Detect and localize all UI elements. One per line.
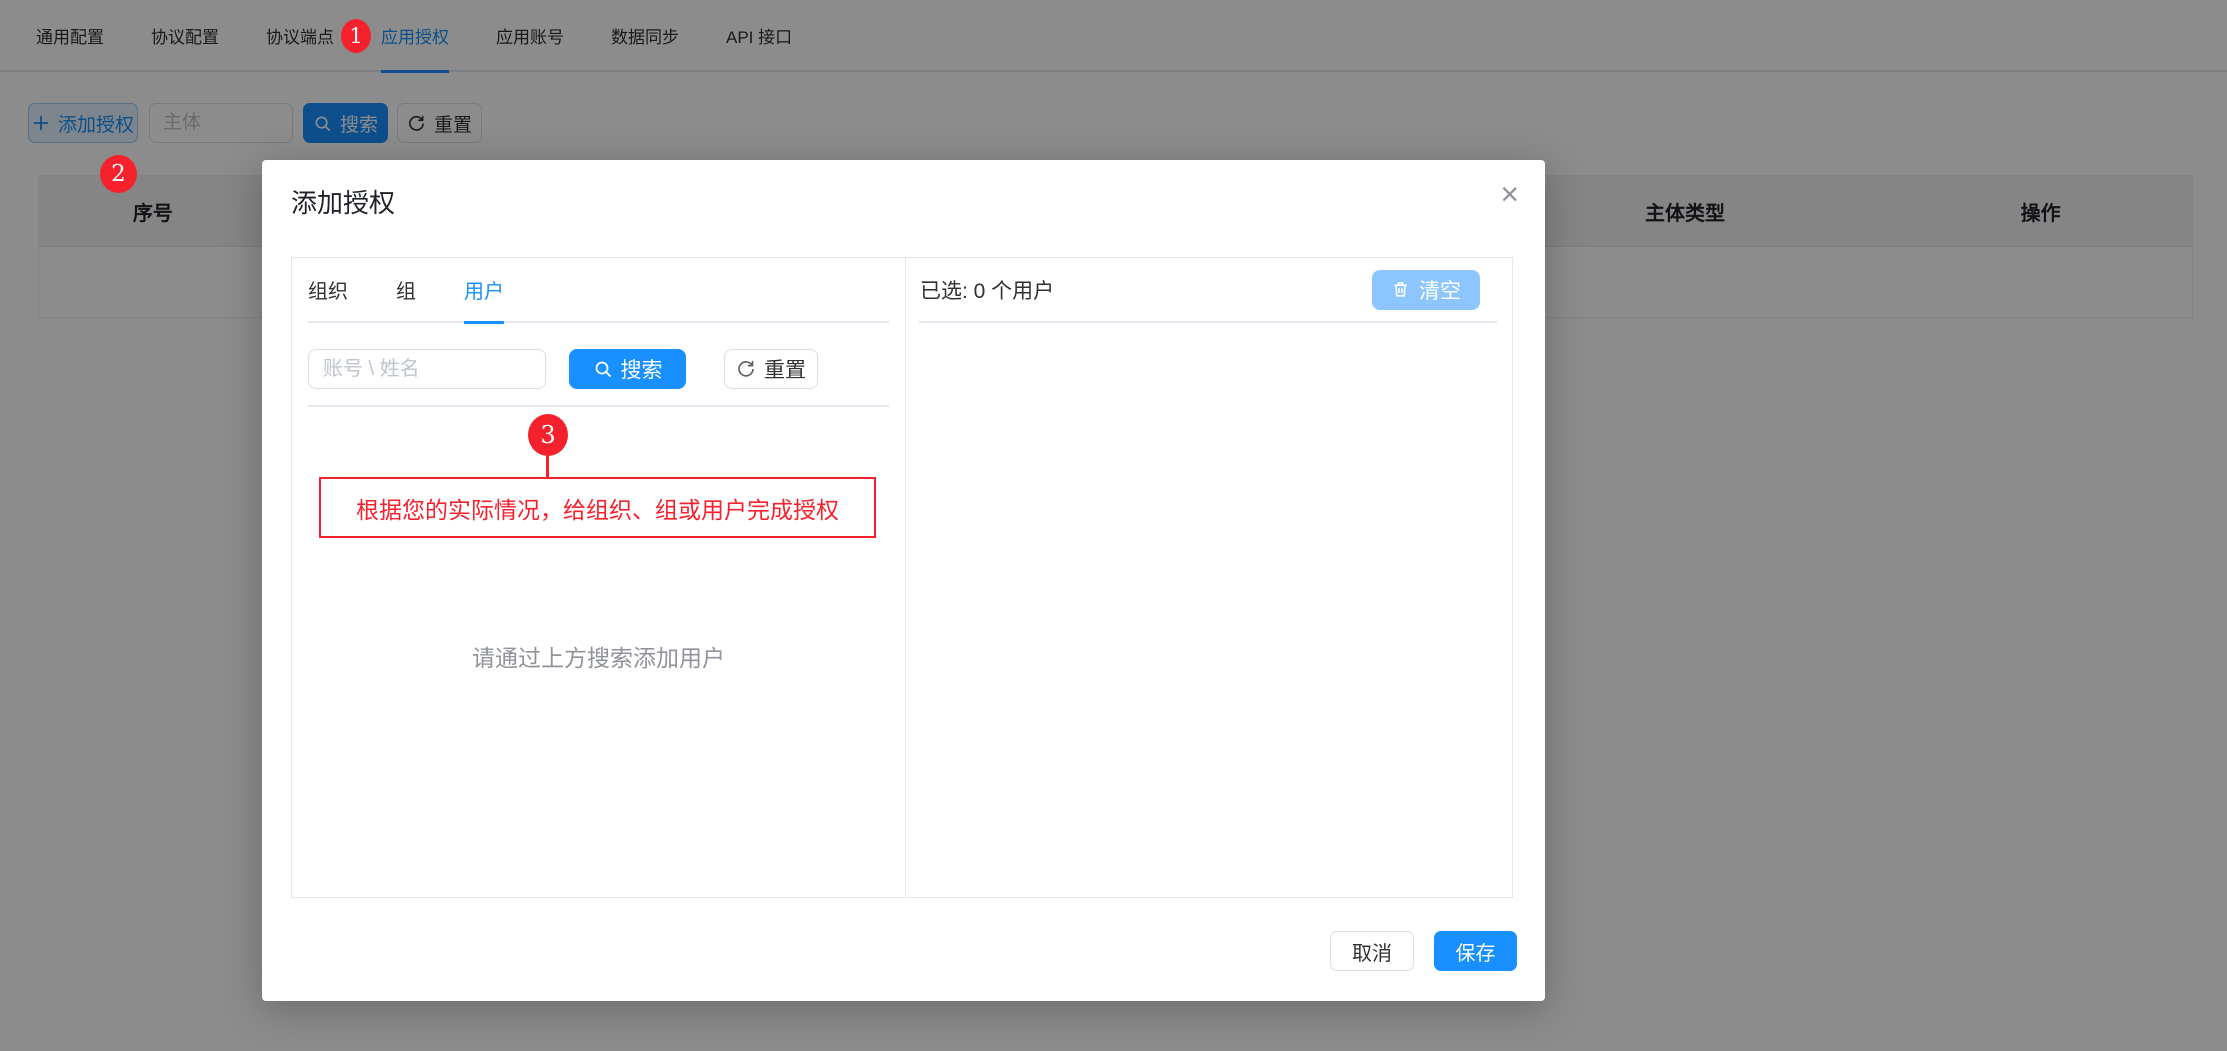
search-divider [308, 405, 889, 407]
search-icon [593, 359, 613, 379]
trash-icon [1391, 280, 1410, 299]
clear-selection-button[interactable]: 清空 [1372, 270, 1480, 310]
user-search-row: 搜索 重置 [308, 349, 889, 389]
annotation-step-badge-2: 2 [100, 155, 137, 193]
tab-user[interactable]: 用户 [464, 257, 504, 322]
modal-search-label: 搜索 [621, 354, 663, 384]
dialog-footer: 取消 保存 [1330, 931, 1517, 971]
tab-user-label: 用户 [464, 275, 504, 304]
annotation-note-box: 根据您的实际情况，给组织、组或用户完成授权 [319, 477, 876, 538]
clear-selection-label: 清空 [1419, 275, 1461, 305]
cancel-button[interactable]: 取消 [1330, 931, 1414, 971]
selected-users-pane: 已选: 0 个用户 清空 [906, 258, 1512, 897]
selected-count-label: 已选: 0 个用户 [919, 275, 1054, 305]
transfer-panel: 组织 组 用户 搜索 重置 3 根 [291, 257, 1513, 898]
add-authorization-dialog: 添加授权 × 组织 组 用户 搜索 重置 [262, 160, 1545, 1001]
tab-group[interactable]: 组 [396, 257, 416, 322]
annotation-step-badge-1: 1 [341, 19, 371, 53]
empty-state-text: 请通过上方搜索添加用户 [292, 639, 905, 673]
annotation-connector-line [546, 454, 549, 478]
selected-header: 已选: 0 个用户 清空 [919, 258, 1497, 323]
active-tab-underline [464, 321, 504, 324]
modal-reset-label: 重置 [764, 354, 806, 384]
account-name-search-input[interactable] [308, 349, 546, 389]
modal-reset-button[interactable]: 重置 [724, 349, 818, 389]
modal-search-button[interactable]: 搜索 [569, 349, 686, 389]
close-icon[interactable]: × [1500, 178, 1519, 210]
subject-type-tabs: 组织 组 用户 [308, 258, 889, 323]
refresh-icon [736, 359, 756, 379]
annotation-step-badge-3: 3 [528, 414, 568, 456]
tab-organization[interactable]: 组织 [308, 257, 348, 322]
dialog-title: 添加授权 [291, 183, 395, 220]
save-button[interactable]: 保存 [1434, 931, 1517, 971]
subject-picker-pane: 组织 组 用户 搜索 重置 3 根 [292, 258, 906, 897]
